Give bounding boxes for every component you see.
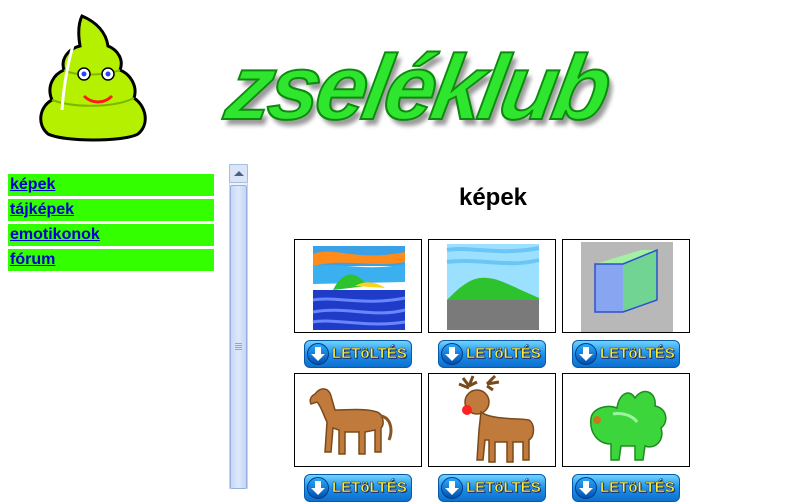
gallery-thumb-4[interactable] bbox=[294, 373, 422, 467]
reindeer-figure-icon bbox=[458, 374, 535, 463]
download-button-4[interactable]: LETöLTÉS bbox=[304, 474, 412, 502]
nav-item-emotikonok[interactable]: emotikonok bbox=[8, 224, 214, 246]
3d-glass-cube-icon bbox=[581, 242, 673, 332]
nav-item-forum[interactable]: fórum bbox=[8, 249, 214, 271]
gallery-thumb-2[interactable] bbox=[428, 239, 556, 333]
mascot-logo-image bbox=[34, 12, 154, 142]
download-button-1[interactable]: LETöLTÉS bbox=[304, 340, 412, 368]
download-label: LETöLTÉS bbox=[600, 479, 675, 497]
nav-item-kepek[interactable]: képek bbox=[8, 174, 214, 196]
scrollbar-thumb[interactable] bbox=[230, 185, 247, 489]
download-arrow-icon bbox=[575, 343, 597, 365]
download-arrow-icon bbox=[575, 477, 597, 499]
sidebar-nav: képek tájképek emotikonok fórum bbox=[8, 174, 214, 274]
download-label: LETöLTÉS bbox=[332, 345, 407, 363]
download-arrow-icon bbox=[441, 477, 463, 499]
gallery-thumb-6[interactable] bbox=[562, 373, 690, 467]
download-label: LETöLTÉS bbox=[466, 479, 541, 497]
scrollbar-grip-icon bbox=[235, 343, 242, 351]
download-arrow-icon bbox=[441, 343, 463, 365]
gallery-thumb-5[interactable] bbox=[428, 373, 556, 467]
download-button-5[interactable]: LETöLTÉS bbox=[438, 474, 546, 502]
scroll-up-arrow-icon[interactable] bbox=[229, 164, 248, 183]
colorful-landscape-painting-icon bbox=[312, 244, 406, 330]
download-arrow-icon bbox=[307, 477, 329, 499]
download-label: LETöLTÉS bbox=[332, 479, 407, 497]
green-hill-landscape-icon bbox=[446, 244, 540, 330]
nav-item-tajkepek[interactable]: tájképek bbox=[8, 199, 214, 221]
download-arrow-icon bbox=[307, 343, 329, 365]
gallery-thumb-1[interactable] bbox=[294, 239, 422, 333]
download-button-2[interactable]: LETöLTÉS bbox=[438, 340, 546, 368]
gallery-thumb-3[interactable] bbox=[562, 239, 690, 333]
site-logo-text: zseléklub bbox=[218, 36, 616, 140]
download-button-6[interactable]: LETöLTÉS bbox=[572, 474, 680, 502]
download-label: LETöLTÉS bbox=[466, 345, 541, 363]
page-title: képek bbox=[458, 184, 528, 211]
download-button-3[interactable]: LETöLTÉS bbox=[572, 340, 680, 368]
brown-horse-figure-icon bbox=[309, 388, 393, 455]
green-jelly-creature-icon bbox=[590, 390, 667, 461]
download-label: LETöLTÉS bbox=[600, 345, 675, 363]
